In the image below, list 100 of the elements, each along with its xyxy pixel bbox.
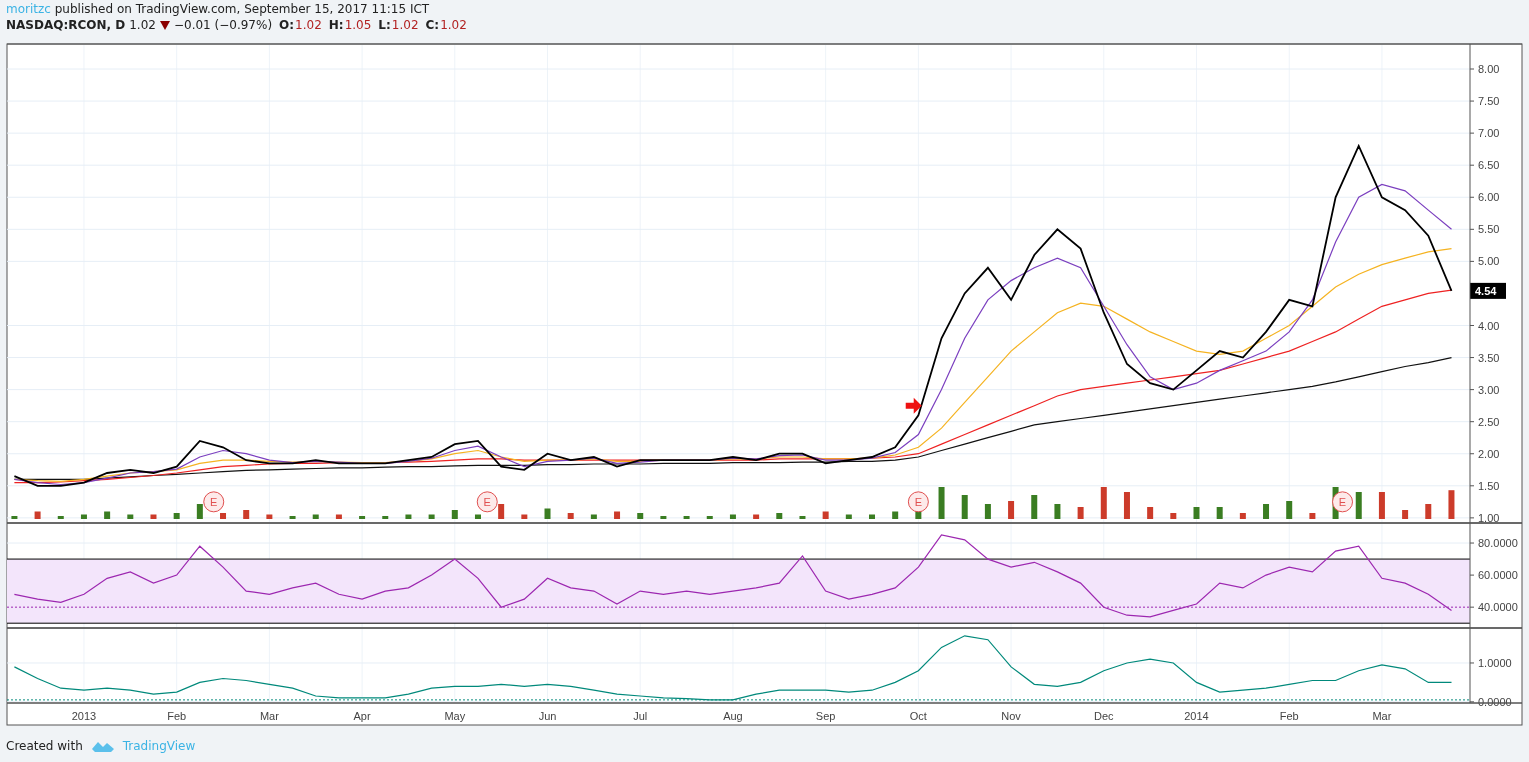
axis-label: 7.00 <box>1478 127 1500 140</box>
author-link[interactable]: moritzc <box>6 2 51 16</box>
symbol-name: NASDAQ:RCON, D <box>6 18 126 32</box>
axis-label: 6.50 <box>1478 159 1500 172</box>
axis-label: Feb <box>167 710 187 722</box>
axis-label: Jun <box>538 710 557 722</box>
volume-bar <box>822 511 829 519</box>
created-with-text: Created with <box>6 739 83 753</box>
axis-label: Mar <box>259 710 279 722</box>
logo-icon <box>90 739 115 753</box>
volume-bar <box>1147 507 1154 519</box>
ohlc-label: C: <box>425 18 440 32</box>
volume-bar <box>127 514 134 519</box>
ohlc-label: L: <box>378 18 391 32</box>
volume-bar <box>1054 504 1061 519</box>
axis-label: 4.00 <box>1478 319 1500 332</box>
volume-bar <box>521 514 528 519</box>
axis-label: Mar <box>1372 710 1392 722</box>
volume-bar <box>660 516 667 519</box>
axis-label: 1.0000 <box>1478 656 1512 669</box>
volume-bar <box>1123 492 1130 519</box>
axis-label: 2.50 <box>1478 415 1500 428</box>
axis-label: Nov <box>1001 710 1021 722</box>
volume-bar <box>57 516 64 519</box>
volume-bar <box>173 513 180 519</box>
ohlc-label: H: <box>328 18 344 32</box>
volume-bar <box>544 508 551 519</box>
axis-label: 2.00 <box>1478 447 1500 460</box>
volume-bar <box>1031 495 1038 519</box>
volume-bar <box>799 516 806 519</box>
volume-bar <box>590 514 597 519</box>
ohlc-value: 1.02 <box>295 18 322 32</box>
volume-bar <box>359 516 366 519</box>
axis-label: 6.00 <box>1478 191 1500 204</box>
axis-label: 3.00 <box>1478 383 1500 396</box>
volume-bar <box>869 514 875 519</box>
volume-bar <box>150 514 157 519</box>
event-marker[interactable]: E <box>476 491 498 513</box>
ohlc-label: O: <box>279 18 295 32</box>
axis-label: 5.00 <box>1478 255 1500 268</box>
volume-bar <box>1378 492 1385 519</box>
volume-bar <box>34 511 41 519</box>
volume-bar <box>961 495 968 519</box>
volume-bar <box>451 510 458 519</box>
volume-bar <box>637 513 644 519</box>
volume-bar <box>1170 513 1177 519</box>
axis-label: 80.0000 <box>1478 537 1518 550</box>
volume-bar <box>683 516 690 519</box>
axis-label: 7.50 <box>1478 95 1500 108</box>
volume-bar <box>312 514 319 519</box>
axis-label: Sep <box>815 710 836 722</box>
volume-bar <box>220 513 226 519</box>
volume-bar <box>1263 504 1270 519</box>
volume-bar <box>776 513 783 519</box>
event-marker[interactable]: E <box>203 491 225 513</box>
ohlc-value: 1.02 <box>440 18 467 32</box>
volume-bar <box>382 516 389 519</box>
axis-label: Feb <box>1279 710 1299 722</box>
volume-bar <box>289 516 296 519</box>
volume-bar <box>1216 507 1223 519</box>
axis-label: Jul <box>633 710 648 722</box>
ohlc-value: 1.05 <box>344 18 372 32</box>
brand-link[interactable]: TradingView <box>122 739 196 753</box>
volume-bar <box>196 504 203 519</box>
volume-bar <box>753 514 760 519</box>
volume-bar <box>845 514 852 519</box>
ohlc-value: 1.02 <box>391 18 419 32</box>
volume-bar <box>729 514 736 519</box>
axis-label: Oct <box>909 710 927 722</box>
axis-label: Aug <box>723 710 743 722</box>
price-change: −0.01 (−0.97%) <box>173 18 273 32</box>
volume-bar <box>1355 492 1362 519</box>
volume-bar <box>892 511 899 519</box>
axis-label: 1.50 <box>1478 479 1500 492</box>
volume-bar <box>1402 510 1409 519</box>
volume-bar <box>243 510 250 519</box>
axis-label: 3.50 <box>1478 351 1500 364</box>
volume-bar <box>1193 507 1200 519</box>
volume-bar <box>1448 490 1455 519</box>
volume-bar <box>428 514 435 519</box>
volume-bar <box>498 504 505 519</box>
axis-label: Dec <box>1094 710 1114 722</box>
volume-bar <box>1100 487 1107 519</box>
volume-bar <box>567 513 574 519</box>
volume-bar <box>266 514 273 519</box>
volume-bar <box>984 504 991 519</box>
publish-note: moritzc published on TradingView.com, September 15, 2017 11:15 ICT <box>6 2 431 16</box>
axis-label: 1.00 <box>1478 511 1500 524</box>
event-marker[interactable]: E <box>1332 491 1353 513</box>
axis-label: 5.50 <box>1478 223 1500 236</box>
volume-bar <box>1077 507 1084 519</box>
volume-bar <box>1309 513 1316 519</box>
axis-label: 8.00 <box>1478 63 1500 75</box>
last-price: 1.02 <box>129 18 156 32</box>
volume-bar <box>405 514 412 519</box>
axis-label: May <box>444 710 466 722</box>
volume-bar <box>614 511 621 519</box>
event-marker[interactable]: E <box>907 491 929 513</box>
volume-bar <box>1008 501 1015 519</box>
volume-bar <box>938 487 945 519</box>
